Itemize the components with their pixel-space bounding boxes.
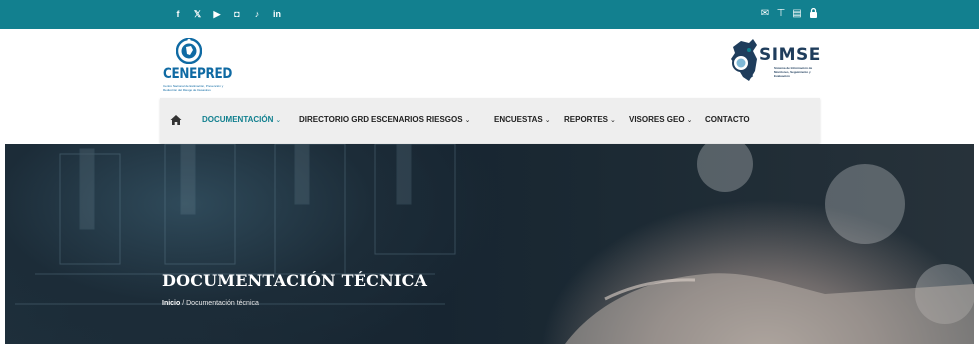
nav-item-label: REPORTES: [564, 115, 609, 124]
instagram-icon[interactable]: ◘: [227, 8, 247, 20]
chevron-down-icon: ⌄: [464, 117, 471, 124]
nav-item-escenarios-riesgos[interactable]: ESCENARIOS RIESGOS ⌄: [371, 115, 470, 126]
nav-item-encuestas[interactable]: ENCUESTAS ⌄: [494, 115, 551, 126]
main-nav: DOCUMENTACIÓN ⌄ DIRECTORIO GRD ESCENARIOS…: [160, 98, 820, 143]
chevron-down-icon: ⌄: [275, 117, 282, 124]
hero-background-image: [15, 144, 974, 344]
simse-subtitle: Sistema de Información de Monitoreo, Seg…: [774, 66, 813, 78]
social-links: f 𝕏 ▶ ◘ ♪ in: [170, 8, 287, 20]
cenepred-emblem-icon: [176, 38, 202, 64]
nav-item-label: ENCUESTAS: [494, 115, 543, 124]
youtube-icon[interactable]: ▶: [207, 8, 227, 20]
home-icon[interactable]: [170, 114, 182, 126]
simse-brand-text: SIMSE: [759, 45, 821, 65]
breadcrumb-home-link[interactable]: Inicio: [162, 300, 180, 307]
top-bar: f 𝕏 ▶ ◘ ♪ in ✉ ⊤ ▤: [0, 0, 979, 29]
calendar-icon[interactable]: ▤: [789, 8, 805, 22]
cenepred-logo[interactable]: CENEPRED Centro Nacional de Estimación, …: [163, 38, 233, 94]
linkedin-icon[interactable]: in: [267, 8, 287, 20]
lock-shape: [809, 7, 817, 18]
cenepred-brand-text: CENEPRED: [163, 65, 233, 82]
nav-item-visores-geo[interactable]: VISORES GEO ⌄: [629, 115, 692, 126]
utility-links: ✉ ⊤ ▤: [757, 7, 821, 22]
nav-item-contacto[interactable]: CONTACTO: [705, 115, 750, 125]
chevron-down-icon: ⌄: [610, 117, 616, 124]
page-title: DOCUMENTACIÓN TÉCNICA: [162, 271, 428, 290]
cenepred-subtitle: Centro Nacional de Estimación, Prevenció…: [163, 84, 224, 92]
sitemap-icon[interactable]: ⊤: [773, 8, 789, 22]
nav-item-label: ESCENARIOS RIESGOS: [371, 115, 463, 124]
nav-item-documentacion[interactable]: DOCUMENTACIÓN ⌄: [202, 115, 281, 126]
nav-item-reportes[interactable]: REPORTES ⌄: [564, 115, 616, 126]
nav-item-label: DIRECTORIO GRD: [299, 115, 370, 124]
facebook-icon[interactable]: f: [170, 8, 186, 20]
mail-icon[interactable]: ✉: [757, 8, 773, 22]
simse-logo[interactable]: SIMSE Sistema de Información de Monitore…: [727, 37, 823, 87]
nav-item-label: VISORES GEO: [629, 115, 685, 124]
chevron-down-icon: ⌄: [686, 117, 693, 124]
breadcrumb-current: Documentación técnica: [186, 300, 259, 307]
breadcrumb: Inicio / Documentación técnica: [162, 300, 259, 307]
x-icon[interactable]: 𝕏: [188, 8, 207, 20]
nav-item-label: CONTACTO: [705, 115, 750, 124]
nav-item-directorio-grd[interactable]: DIRECTORIO GRD: [299, 115, 369, 125]
hero-banner: DOCUMENTACIÓN TÉCNICA Inicio / Documenta…: [5, 144, 974, 344]
lock-icon[interactable]: [805, 7, 821, 22]
chevron-down-icon: ⌄: [544, 117, 551, 124]
tiktok-icon[interactable]: ♪: [247, 8, 267, 20]
nav-item-label: DOCUMENTACIÓN: [202, 115, 274, 124]
